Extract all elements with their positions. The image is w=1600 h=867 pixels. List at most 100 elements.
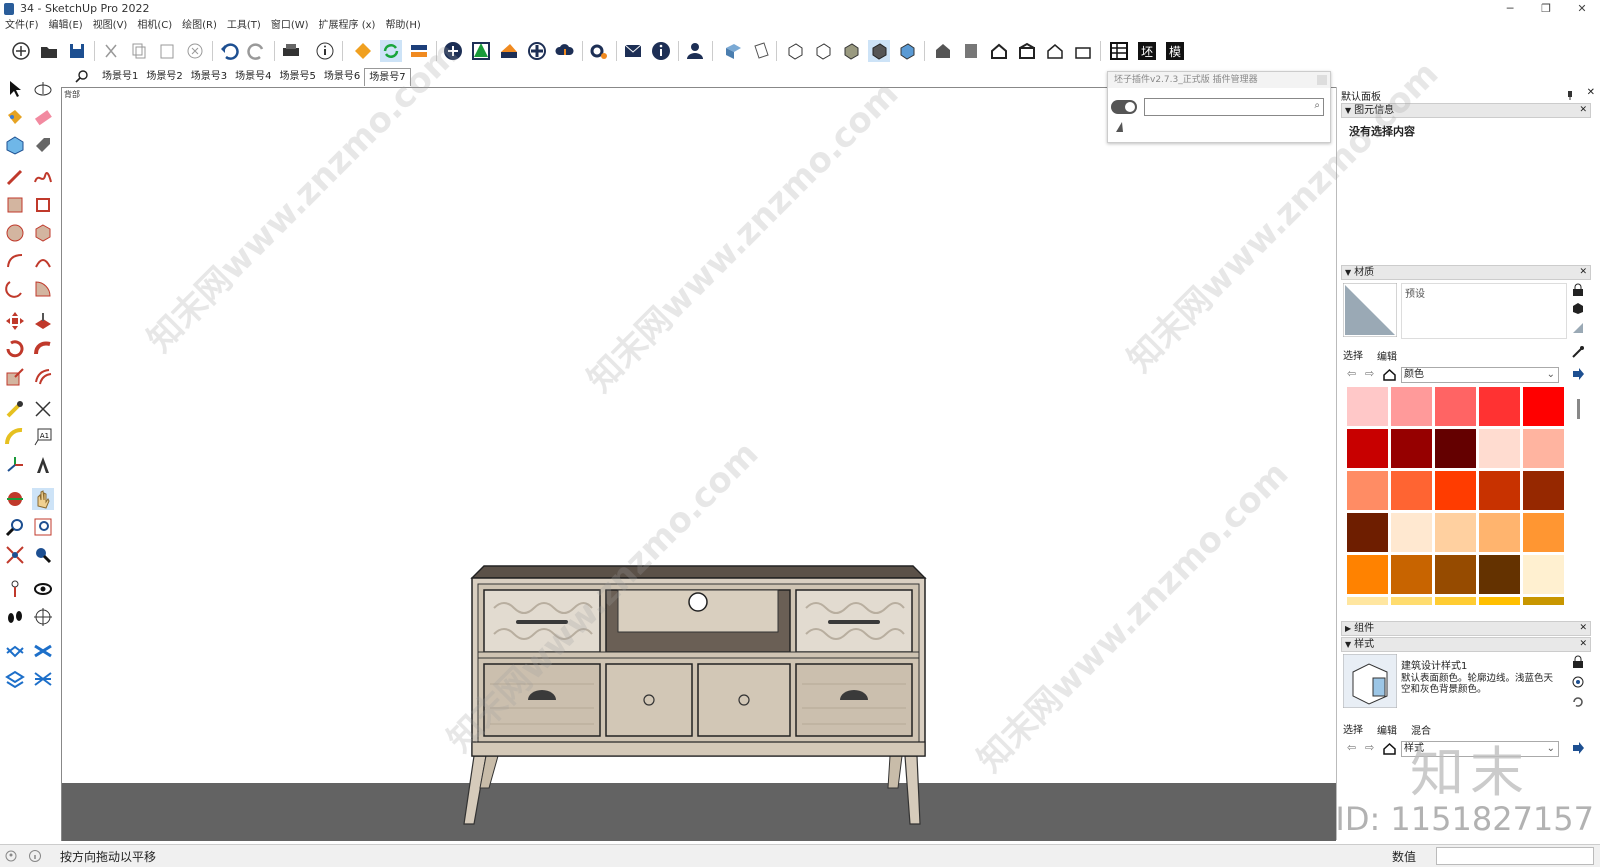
undo-icon[interactable] bbox=[218, 40, 240, 62]
color-swatch[interactable] bbox=[1435, 513, 1476, 552]
material-preview[interactable] bbox=[1343, 283, 1397, 337]
forward-arrow-icon[interactable]: ⇨ bbox=[1365, 367, 1374, 380]
update-style-icon[interactable] bbox=[1571, 695, 1585, 709]
mail-icon[interactable] bbox=[622, 40, 644, 62]
add-circle-icon[interactable] bbox=[442, 40, 464, 62]
right-view-icon[interactable] bbox=[1016, 40, 1038, 62]
erase-selection-icon[interactable] bbox=[184, 40, 206, 62]
zoom-extents-icon[interactable] bbox=[4, 544, 26, 566]
table-grid-icon[interactable] bbox=[1108, 40, 1130, 62]
color-swatch[interactable] bbox=[1391, 597, 1432, 605]
previous-view-icon[interactable] bbox=[32, 544, 54, 566]
three-point-arc-icon[interactable] bbox=[4, 278, 26, 300]
menu-camera[interactable]: 相机(C) bbox=[132, 18, 177, 34]
paste-icon[interactable] bbox=[156, 40, 178, 62]
menu-window[interactable]: 窗口(W) bbox=[266, 18, 314, 34]
dimension-icon[interactable] bbox=[32, 398, 54, 420]
zoom-window-icon[interactable] bbox=[32, 516, 54, 538]
tab-scene-6[interactable]: 场景号6 bbox=[320, 68, 364, 86]
text-label-icon[interactable]: A1 bbox=[32, 426, 54, 448]
color-swatch[interactable] bbox=[1391, 471, 1432, 510]
default-material-icon[interactable] bbox=[1571, 321, 1585, 335]
search-icon[interactable]: ⌕ bbox=[1314, 100, 1320, 111]
color-swatch[interactable] bbox=[1435, 555, 1476, 594]
color-swatch[interactable] bbox=[1479, 597, 1520, 605]
menu-edit[interactable]: 编辑(E) bbox=[44, 18, 88, 34]
plugin-close-button[interactable] bbox=[1317, 75, 1327, 85]
color-swatch[interactable] bbox=[1347, 555, 1388, 594]
plugin-orange-arrow-icon[interactable] bbox=[352, 40, 374, 62]
details-arrow-icon[interactable] bbox=[1571, 367, 1585, 381]
info-icon[interactable] bbox=[650, 40, 672, 62]
lock-icon[interactable] bbox=[1571, 655, 1585, 669]
model-info-icon[interactable] bbox=[314, 40, 336, 62]
search-icon[interactable] bbox=[74, 68, 90, 86]
color-swatch[interactable] bbox=[1435, 597, 1476, 605]
details-arrow-icon[interactable] bbox=[1571, 741, 1585, 755]
rotated-rectangle-icon[interactable] bbox=[32, 194, 54, 216]
3d-text-icon[interactable] bbox=[32, 454, 54, 476]
color-swatch[interactable] bbox=[1523, 429, 1564, 468]
paper-view-icon[interactable] bbox=[750, 40, 772, 62]
back-arrow-icon[interactable]: ⇦ bbox=[1347, 367, 1356, 380]
gear-settings-icon[interactable] bbox=[588, 40, 610, 62]
menu-draw[interactable]: 绘图(R) bbox=[177, 18, 222, 34]
tab-scene-5[interactable]: 场景号5 bbox=[276, 68, 320, 86]
color-swatch[interactable] bbox=[1523, 387, 1564, 426]
polygon-icon[interactable] bbox=[32, 222, 54, 244]
arc-icon[interactable] bbox=[4, 250, 26, 272]
close-tray-icon[interactable]: ✕ bbox=[1587, 87, 1595, 98]
look-around-icon[interactable] bbox=[32, 578, 54, 600]
pin-tray-icon[interactable] bbox=[1565, 90, 1575, 100]
iso-house-icon[interactable] bbox=[932, 40, 954, 62]
circle-icon[interactable] bbox=[4, 222, 26, 244]
textured-style-icon[interactable] bbox=[868, 40, 890, 62]
minimize-button[interactable]: ─ bbox=[1492, 0, 1528, 18]
orbit-select-icon[interactable] bbox=[32, 78, 54, 100]
styles-header[interactable]: ▼ 样式 ✕ bbox=[1341, 637, 1591, 652]
maximize-button[interactable]: ❐ bbox=[1528, 0, 1564, 18]
tag-icon[interactable] bbox=[32, 134, 54, 156]
tv-cabinet-model[interactable] bbox=[62, 88, 1336, 841]
color-swatch[interactable] bbox=[1435, 429, 1476, 468]
tape-measure-icon[interactable] bbox=[4, 398, 26, 420]
sandbox-stamp-icon[interactable] bbox=[32, 640, 54, 662]
cut-icon[interactable] bbox=[100, 40, 122, 62]
style-thumbnail[interactable] bbox=[1343, 654, 1397, 708]
color-swatch[interactable] bbox=[1391, 387, 1432, 426]
hidden-line-style-icon[interactable] bbox=[812, 40, 834, 62]
axes-icon[interactable] bbox=[4, 454, 26, 476]
color-swatch[interactable] bbox=[1347, 471, 1388, 510]
tree-icon[interactable] bbox=[470, 40, 492, 62]
styles-edit-tab[interactable]: 编辑 bbox=[1377, 722, 1397, 737]
menu-help[interactable]: 帮助(H) bbox=[380, 18, 425, 34]
color-swatch[interactable] bbox=[1347, 387, 1388, 426]
plugin-search-input[interactable]: ⌕ bbox=[1144, 98, 1324, 116]
pizi-huai-icon[interactable]: 坯 bbox=[1136, 40, 1158, 62]
tab-scene-4[interactable]: 场景号4 bbox=[231, 68, 275, 86]
select-arrow-icon[interactable] bbox=[4, 78, 26, 100]
protractor-icon[interactable] bbox=[4, 426, 26, 448]
color-swatch[interactable] bbox=[1391, 555, 1432, 594]
paint-bucket-icon[interactable] bbox=[4, 106, 26, 128]
lock-icon[interactable] bbox=[1571, 283, 1585, 297]
copy-icon[interactable] bbox=[128, 40, 150, 62]
color-swatch[interactable] bbox=[1523, 513, 1564, 552]
pizi-mo-icon[interactable]: 模 bbox=[1164, 40, 1186, 62]
rotate-icon[interactable] bbox=[4, 338, 26, 360]
forward-arrow-icon[interactable]: ⇨ bbox=[1365, 741, 1374, 754]
menu-file[interactable]: 文件(F) bbox=[0, 18, 44, 34]
close-panel-icon[interactable]: ✕ bbox=[1579, 638, 1587, 651]
open-folder-icon[interactable] bbox=[38, 40, 60, 62]
pie-icon[interactable] bbox=[32, 278, 54, 300]
push-pull-icon[interactable] bbox=[32, 310, 54, 332]
section-fill-icon[interactable] bbox=[498, 40, 520, 62]
info-status-icon[interactable] bbox=[28, 849, 42, 863]
home-icon[interactable] bbox=[1383, 368, 1396, 381]
color-swatch[interactable] bbox=[1479, 513, 1520, 552]
top-view-icon[interactable] bbox=[960, 40, 982, 62]
position-camera-icon[interactable] bbox=[4, 578, 26, 600]
color-swatch[interactable] bbox=[1435, 471, 1476, 510]
new-file-icon[interactable] bbox=[10, 40, 32, 62]
close-window-button[interactable]: ✕ bbox=[1564, 0, 1600, 18]
